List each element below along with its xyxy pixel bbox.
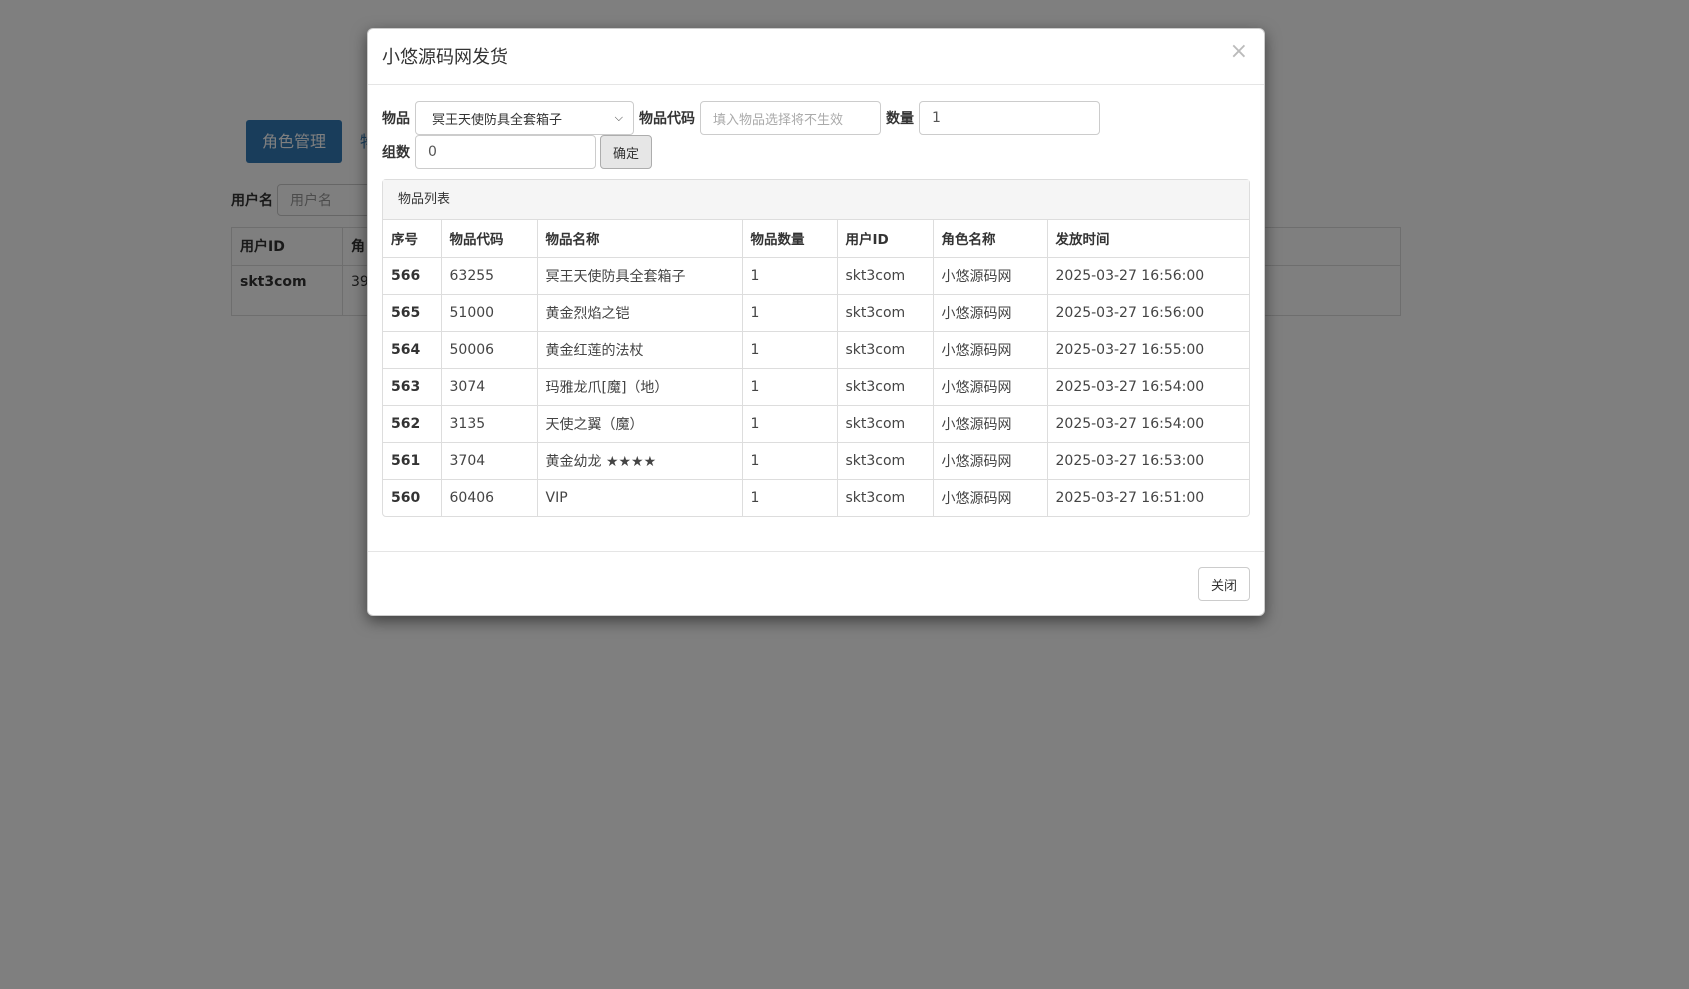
cell-seq: 562 [383,404,442,442]
cell-role: 小悠源码网 [933,441,1048,479]
table-row: 561 3704 黄金幼龙 ★★★★ 1 skt3com 小悠源码网 2025-… [383,441,1249,479]
cell-time: 2025-03-27 16:54:00 [1047,367,1249,405]
table-row: 564 50006 黄金红莲的法杖 1 skt3com 小悠源码网 2025-0… [383,330,1249,368]
cell-name: 黄金幼龙 ★★★★ [537,441,743,479]
panel-heading: 物品列表 [383,180,1249,220]
item-selected-value: 冥王天使防具全套箱子 [432,112,563,128]
cell-role: 小悠源码网 [933,404,1048,442]
close-icon[interactable]: × [1230,41,1248,63]
cell-seq: 565 [383,293,442,331]
cell-seq: 561 [383,441,442,479]
cell-user-id: skt3com [837,256,934,294]
cell-seq: 560 [383,478,442,516]
cell-user-id: skt3com [837,330,934,368]
cell-code: 3704 [441,441,538,479]
quantity-label: 数量 [886,111,914,127]
form-row-item: 物品 冥王天使防具全套箱子 ⌵ 物品代码 填入物品选择将不生效 数量 1 [382,101,1100,135]
column-header-user-id: 用户ID [837,220,934,257]
cell-qty: 1 [742,256,838,294]
item-list-table: 序号 物品代码 物品名称 物品数量 用户ID 角色名称 发放时间 566 632… [383,220,1249,516]
cell-name: 黄金烈焰之铠 [537,293,743,331]
cell-seq: 564 [383,330,442,368]
table-row: 562 3135 天使之翼（魔） 1 skt3com 小悠源码网 2025-03… [383,404,1249,442]
item-select[interactable]: 冥王天使防具全套箱子 ⌵ [415,101,634,135]
cell-code: 60406 [441,478,538,516]
modal-footer: 关闭 [368,551,1264,615]
cell-time: 2025-03-27 16:51:00 [1047,478,1249,516]
cell-seq: 563 [383,367,442,405]
cell-role: 小悠源码网 [933,367,1048,405]
cell-qty: 1 [742,478,838,516]
modal-header: 小悠源码网发货 × [368,29,1264,85]
cell-qty: 1 [742,367,838,405]
cell-qty: 1 [742,404,838,442]
cell-time: 2025-03-27 16:56:00 [1047,256,1249,294]
column-header-role: 角色名称 [933,220,1048,257]
cell-user-id: skt3com [837,478,934,516]
table-header-row: 序号 物品代码 物品名称 物品数量 用户ID 角色名称 发放时间 [383,220,1249,257]
cell-name: 天使之翼（魔） [537,404,743,442]
cell-role: 小悠源码网 [933,256,1048,294]
group-count-input[interactable]: 0 [415,135,596,169]
cell-code: 3074 [441,367,538,405]
cell-role: 小悠源码网 [933,478,1048,516]
cell-time: 2025-03-27 16:56:00 [1047,293,1249,331]
item-label: 物品 [382,111,410,127]
cell-role: 小悠源码网 [933,293,1048,331]
cell-qty: 1 [742,330,838,368]
column-header-name: 物品名称 [537,220,743,257]
table-row: 566 63255 冥王天使防具全套箱子 1 skt3com 小悠源码网 202… [383,256,1249,294]
column-header-code: 物品代码 [441,220,538,257]
cell-name: 黄金红莲的法杖 [537,330,743,368]
shipment-modal: 小悠源码网发货 × 物品 冥王天使防具全套箱子 ⌵ 物品代码 填入物品选择将不生… [367,28,1265,616]
cell-qty: 1 [742,441,838,479]
item-code-input[interactable]: 填入物品选择将不生效 [700,101,881,135]
cell-qty: 1 [742,293,838,331]
cell-user-id: skt3com [837,293,934,331]
cell-user-id: skt3com [837,441,934,479]
cell-code: 3135 [441,404,538,442]
form-row-group: 组数 0 确定 [382,135,653,169]
cell-code: 63255 [441,256,538,294]
table-row: 560 60406 VIP 1 skt3com 小悠源码网 2025-03-27… [383,478,1249,516]
confirm-button[interactable]: 确定 [600,135,653,169]
cell-time: 2025-03-27 16:53:00 [1047,441,1249,479]
cell-role: 小悠源码网 [933,330,1048,368]
cell-code: 50006 [441,330,538,368]
column-header-time: 发放时间 [1055,232,1110,249]
item-list-panel: 物品列表 序号 物品代码 物品名称 物品数量 用户ID 角色名称 发放时间 56… [382,179,1250,517]
cell-name: 冥王天使防具全套箱子 [537,256,743,294]
item-code-label: 物品代码 [639,111,695,127]
cell-code: 51000 [441,293,538,331]
cell-user-id: skt3com [837,367,934,405]
modal-title: 小悠源码网发货 [382,47,508,68]
cell-name: 玛雅龙爪[魔]（地） [537,367,743,405]
column-header-seq: 序号 [383,220,442,257]
cell-seq: 566 [383,256,442,294]
cell-time: 2025-03-27 16:54:00 [1047,404,1249,442]
cell-name: VIP [537,478,743,516]
quantity-input[interactable]: 1 [919,101,1100,135]
group-count-label: 组数 [382,145,410,161]
table-row: 565 51000 黄金烈焰之铠 1 skt3com 小悠源码网 2025-03… [383,293,1249,331]
cell-time: 2025-03-27 16:55:00 [1047,330,1249,368]
close-button[interactable]: 关闭 [1197,567,1250,601]
table-row: 563 3074 玛雅龙爪[魔]（地） 1 skt3com 小悠源码网 2025… [383,367,1249,405]
cell-user-id: skt3com [837,404,934,442]
column-header-qty: 物品数量 [742,220,838,257]
chevron-down-icon: ⌵ [614,111,623,124]
